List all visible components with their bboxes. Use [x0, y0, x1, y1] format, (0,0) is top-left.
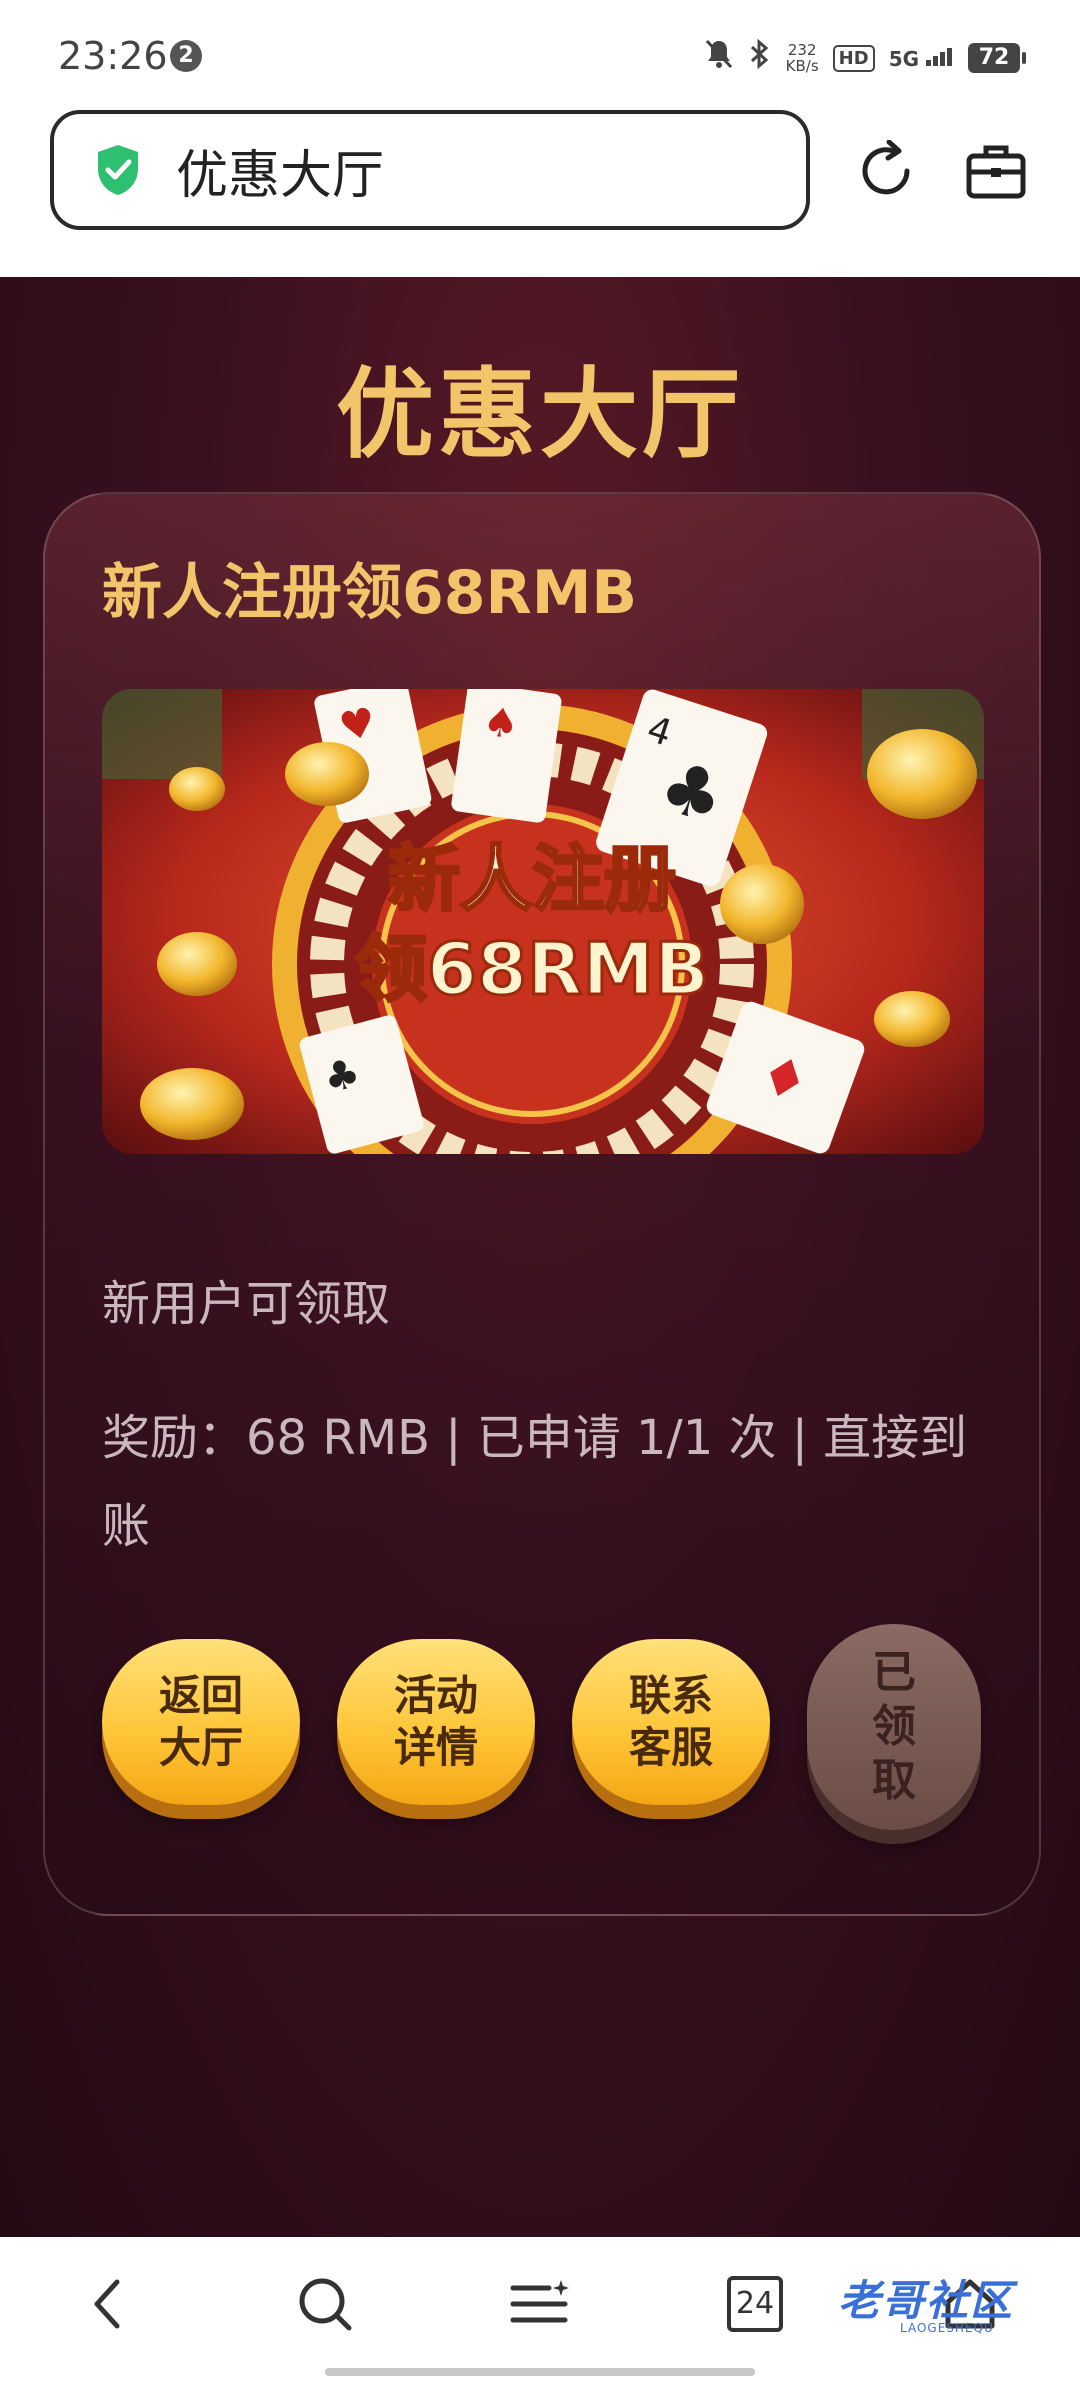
promo-banner-image: ♥ ♠ ♣ 4 ♣ ♦ 新人注册 领68RMB	[102, 689, 984, 1154]
tab-count-badge: 24	[727, 2276, 783, 2332]
watermark-subtext: LAOGESHEQU	[900, 2321, 994, 2335]
mute-bell-icon	[704, 38, 734, 78]
promo-card: 新人注册领68RMB ♥ ♠ ♣ 4 ♣ ♦ 新人注册 领68RMB 新用户可领…	[43, 492, 1041, 1916]
browser-bottom-nav: 24 老哥社区 LAOGESHEQU	[0, 2237, 1080, 2388]
chevron-left-icon	[94, 2279, 120, 2329]
browser-address-bar: 优惠大厅	[0, 105, 1080, 275]
secure-shield-icon	[98, 145, 138, 195]
web-content: 优惠大厅 新人注册领68RMB ♥ ♠ ♣ 4 ♣ ♦ 新人注册 领68RMB …	[0, 277, 1080, 2237]
url-text: 优惠大厅	[176, 145, 385, 206]
banner-line1: 新人注册	[388, 837, 676, 921]
search-nav-button[interactable]	[290, 2269, 360, 2339]
gesture-bar[interactable]	[325, 2368, 755, 2376]
toolbox-icon[interactable]	[965, 142, 1027, 200]
contact-support-button[interactable]: 联系客服	[572, 1639, 770, 1805]
menu-nav-button[interactable]	[505, 2269, 575, 2339]
clock: 23:26	[58, 34, 168, 78]
hd-badge: HD	[832, 44, 875, 72]
network-speed: 232 KB/s	[785, 41, 819, 75]
menu-icon	[510, 2280, 569, 2323]
url-field[interactable]: 优惠大厅	[50, 110, 810, 230]
promo-title: 新人注册领68RMB	[102, 558, 638, 628]
status-icons: 232 KB/s HD 5G 72	[704, 38, 1026, 78]
watermark-logo: 老哥社区	[838, 2276, 1015, 2325]
notification-count-badge: 2	[170, 40, 202, 72]
reload-icon[interactable]	[855, 140, 917, 202]
activity-details-button[interactable]: 活动详情	[337, 1639, 535, 1805]
battery-icon: 72	[968, 43, 1026, 73]
promo-description: 新用户可领取	[102, 1276, 391, 1332]
tabs-nav-button[interactable]: 24	[720, 2269, 790, 2339]
status-bar: 23:26 2 232 KB/s HD 5G 72	[0, 0, 1080, 105]
svg-text:♠: ♠	[480, 698, 522, 749]
banner-line2: 领68RMB	[355, 927, 709, 1011]
claimed-button[interactable]: 已领取	[807, 1624, 981, 1830]
search-icon	[299, 2278, 352, 2331]
promo-info: 奖励：68 RMB | 已申请 1/1 次 | 直接到账	[102, 1410, 968, 1554]
back-nav-button[interactable]	[72, 2269, 142, 2339]
signal-5g-icon: 5G	[889, 46, 954, 71]
back-to-lobby-button[interactable]: 返回大厅	[102, 1639, 300, 1805]
page-title: 优惠大厅	[335, 358, 744, 472]
bluetooth-icon	[748, 38, 772, 78]
